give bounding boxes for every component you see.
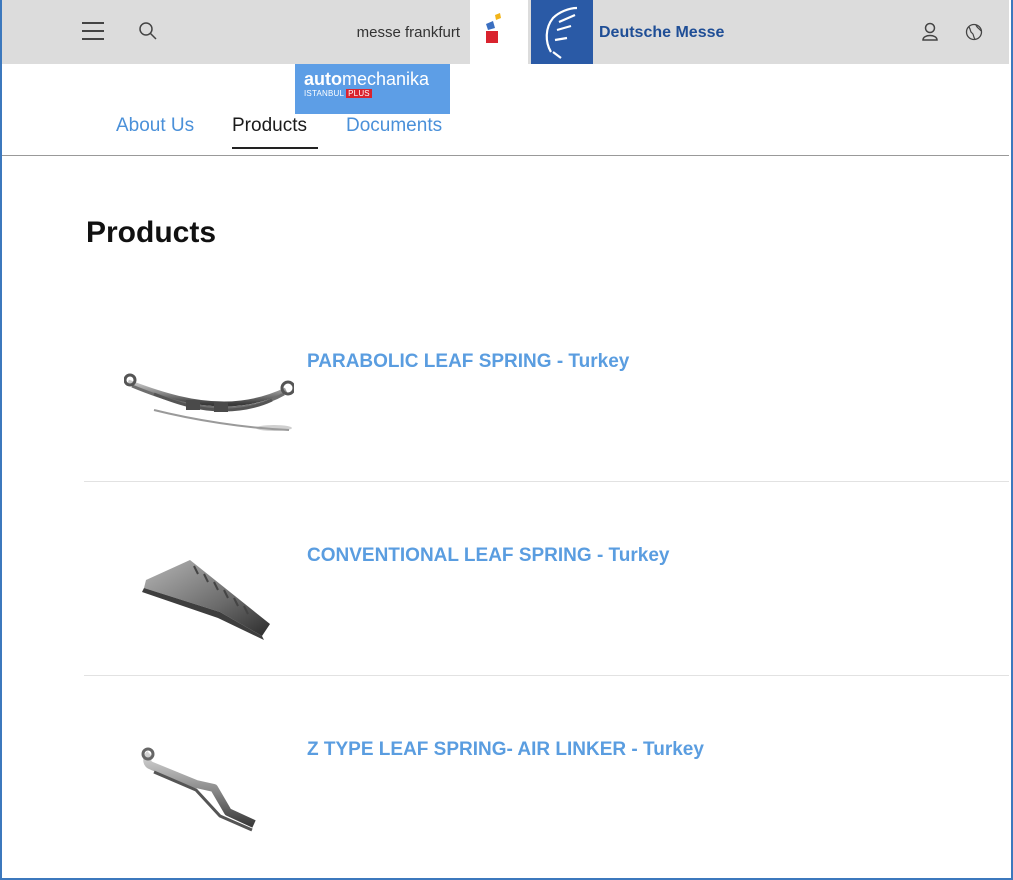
automechanika-logo[interactable]: automechanika ISTANBUL PLUS bbox=[295, 64, 450, 114]
deutsche-messe-label[interactable]: Deutsche Messe bbox=[599, 24, 724, 42]
search-icon[interactable] bbox=[138, 21, 158, 43]
product-link-parabolic-leaf-spring[interactable]: PARABOLIC LEAF SPRING - Turkey bbox=[307, 351, 629, 373]
product-item: CONVENTIONAL LEAF SPRING - Turkey bbox=[84, 482, 1009, 676]
globe-icon[interactable] bbox=[964, 21, 984, 43]
menu-icon[interactable] bbox=[82, 22, 104, 42]
active-tab-underline bbox=[232, 147, 318, 149]
messe-frankfurt-logo[interactable] bbox=[470, 0, 528, 64]
page-title: Products bbox=[86, 216, 217, 249]
tabs-divider bbox=[2, 155, 1009, 156]
messe-frankfurt-label[interactable]: messe frankfurt bbox=[302, 24, 460, 41]
top-navigation-bar: messe frankfurt Deutsche Messe bbox=[2, 0, 1009, 64]
conventional-leaf-spring-image[interactable] bbox=[124, 552, 294, 642]
automechanika-subtitle: ISTANBUL PLUS bbox=[304, 89, 372, 98]
deutsche-messe-logo[interactable] bbox=[531, 0, 593, 64]
z-type-leaf-spring-image[interactable] bbox=[124, 742, 294, 836]
product-item: PARABOLIC LEAF SPRING - Turkey bbox=[84, 290, 1009, 482]
user-icon[interactable] bbox=[920, 21, 940, 43]
product-item: Z TYPE LEAF SPRING- AIR LINKER - Turkey bbox=[84, 676, 1009, 876]
tab-about-us[interactable]: About Us bbox=[116, 115, 194, 137]
parabolic-leaf-spring-image[interactable] bbox=[124, 360, 294, 440]
automechanika-wordmark: automechanika bbox=[304, 69, 430, 89]
tab-documents[interactable]: Documents bbox=[346, 115, 442, 137]
product-link-z-type-leaf-spring[interactable]: Z TYPE LEAF SPRING- AIR LINKER - Turkey bbox=[307, 739, 704, 761]
tab-products[interactable]: Products bbox=[232, 115, 307, 137]
product-link-conventional-leaf-spring[interactable]: CONVENTIONAL LEAF SPRING - Turkey bbox=[307, 545, 669, 567]
